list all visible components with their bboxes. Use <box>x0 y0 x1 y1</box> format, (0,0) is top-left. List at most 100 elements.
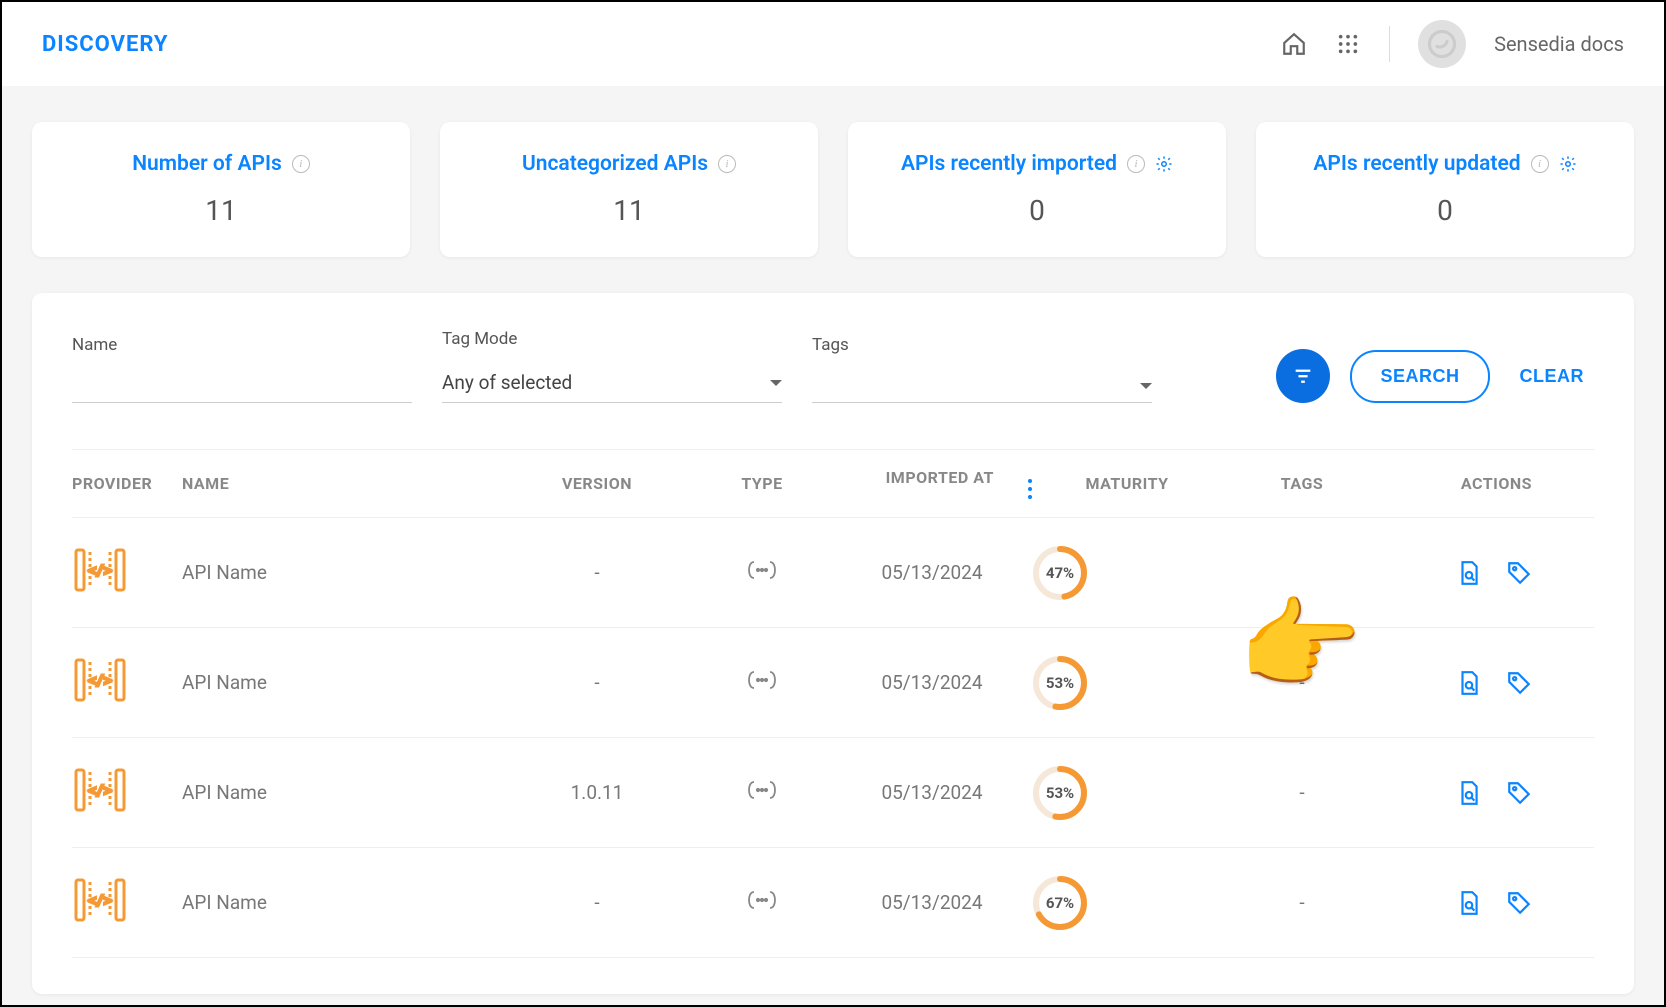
tagmode-value: Any of selected <box>442 371 572 394</box>
col-actions: ACTIONS <box>1382 474 1532 493</box>
table-header: PROVIDER NAME VERSION TYPE IMPORTED AT M… <box>72 449 1594 518</box>
imported-cell: 05/13/2024 <box>832 781 1032 804</box>
imported-cell: 05/13/2024 <box>832 671 1032 694</box>
view-document-icon[interactable] <box>1456 670 1482 696</box>
stat-value: 0 <box>1029 194 1045 227</box>
avatar[interactable] <box>1418 20 1466 68</box>
provider-cell: </> <box>72 874 182 931</box>
imported-cell: 05/13/2024 <box>832 891 1032 914</box>
filter-tagmode: Tag Mode Any of selected <box>442 329 782 403</box>
stat-title: APIs recently updated <box>1313 152 1520 176</box>
name-input[interactable] <box>72 367 412 403</box>
version-cell: - <box>502 891 692 914</box>
name-cell: API Name <box>182 781 502 804</box>
col-version: VERSION <box>502 474 692 493</box>
actions-cell <box>1382 780 1532 806</box>
filter-label: Name <box>72 335 412 355</box>
maturity-cell: 67% <box>1032 875 1222 931</box>
col-type: TYPE <box>692 474 832 493</box>
home-icon[interactable] <box>1281 31 1307 57</box>
table-row[interactable]: </> API Name - 05/13/2024 53% - <box>72 628 1594 738</box>
stats-row: Number of APIs i 11 Uncategorized APIs i… <box>2 86 1664 293</box>
version-cell: - <box>502 671 692 694</box>
main-panel: Name Tag Mode Any of selected Tags <box>32 293 1634 994</box>
svg-text:</>: </> <box>88 894 112 909</box>
actions-cell <box>1382 890 1532 916</box>
name-cell: API Name <box>182 561 502 584</box>
table-row[interactable]: </> API Name - 05/13/2024 67% - <box>72 848 1594 958</box>
stat-card-recently-updated: APIs recently updated i 0 <box>1256 122 1634 257</box>
svg-text:</>: </> <box>88 564 112 579</box>
maturity-cell: 53% <box>1032 655 1222 711</box>
table-row[interactable]: </> API Name - 05/13/2024 47% <box>72 518 1594 628</box>
gear-icon[interactable] <box>1559 155 1577 173</box>
clear-button[interactable]: CLEAR <box>1510 352 1595 401</box>
tag-icon[interactable] <box>1506 780 1532 806</box>
filter-label: Tags <box>812 335 1152 355</box>
api-table: PROVIDER NAME VERSION TYPE IMPORTED AT M… <box>72 449 1594 958</box>
imported-cell: 05/13/2024 <box>832 561 1032 584</box>
chevron-down-icon <box>1140 383 1152 389</box>
info-icon[interactable]: i <box>1531 155 1549 173</box>
view-document-icon[interactable] <box>1456 890 1482 916</box>
maturity-cell: 53% <box>1032 765 1222 821</box>
name-cell: API Name <box>182 891 502 914</box>
type-cell <box>692 559 832 586</box>
tags-cell: - <box>1222 671 1382 694</box>
tags-cell: - <box>1222 781 1382 804</box>
table-row[interactable]: </> API Name 1.0.11 05/13/2024 53% - <box>72 738 1594 848</box>
header-actions: Sensedia docs <box>1281 20 1624 68</box>
tag-icon[interactable] <box>1506 890 1532 916</box>
version-cell: - <box>502 561 692 584</box>
provider-cell: </> <box>72 654 182 711</box>
provider-cell: </> <box>72 544 182 601</box>
info-icon[interactable]: i <box>718 155 736 173</box>
stat-title: Uncategorized APIs <box>522 152 708 176</box>
info-icon[interactable]: i <box>1127 155 1145 173</box>
user-name: Sensedia docs <box>1494 32 1624 56</box>
actions-cell <box>1382 670 1532 696</box>
info-icon[interactable]: i <box>292 155 310 173</box>
search-button[interactable]: SEARCH <box>1350 350 1489 403</box>
stat-value: 0 <box>1437 194 1453 227</box>
tags-cell: - <box>1222 891 1382 914</box>
divider <box>1389 26 1390 62</box>
filter-tags: Tags <box>812 335 1152 403</box>
type-cell <box>692 669 832 696</box>
tags-select[interactable] <box>812 367 1152 403</box>
view-document-icon[interactable] <box>1456 780 1482 806</box>
apps-grid-icon[interactable] <box>1335 31 1361 57</box>
svg-text:</>: </> <box>88 784 112 799</box>
filter-actions: SEARCH CLEAR <box>1276 349 1594 403</box>
col-tags: TAGS <box>1222 474 1382 493</box>
tagmode-select[interactable]: Any of selected <box>442 361 782 403</box>
svg-text:</>: </> <box>88 674 112 689</box>
tag-icon[interactable] <box>1506 560 1532 586</box>
app-header: DISCOVERY Sensedia docs <box>2 2 1664 86</box>
name-cell: API Name <box>182 671 502 694</box>
stat-value: 11 <box>613 194 644 227</box>
gear-icon[interactable] <box>1155 155 1173 173</box>
actions-cell <box>1382 560 1532 586</box>
filter-label: Tag Mode <box>442 329 782 349</box>
filter-name: Name <box>72 335 412 403</box>
col-name: NAME <box>182 474 502 493</box>
col-imported: IMPORTED AT <box>832 468 1032 499</box>
version-cell: 1.0.11 <box>502 781 692 804</box>
stat-title: APIs recently imported <box>901 152 1117 176</box>
tag-icon[interactable] <box>1506 670 1532 696</box>
stat-card-recently-imported: APIs recently imported i 0 <box>848 122 1226 257</box>
stat-card-uncategorized: Uncategorized APIs i 11 <box>440 122 818 257</box>
maturity-cell: 47% <box>1032 545 1222 601</box>
filters-row: Name Tag Mode Any of selected Tags <box>72 329 1594 403</box>
stat-value: 11 <box>205 194 236 227</box>
type-cell <box>692 779 832 806</box>
stat-card-number-of-apis: Number of APIs i 11 <box>32 122 410 257</box>
col-maturity: MATURITY <box>1032 474 1222 493</box>
stat-title: Number of APIs <box>132 152 282 176</box>
provider-cell: </> <box>72 764 182 821</box>
filter-button[interactable] <box>1276 349 1330 403</box>
type-cell <box>692 889 832 916</box>
view-document-icon[interactable] <box>1456 560 1482 586</box>
chevron-down-icon <box>770 380 782 386</box>
